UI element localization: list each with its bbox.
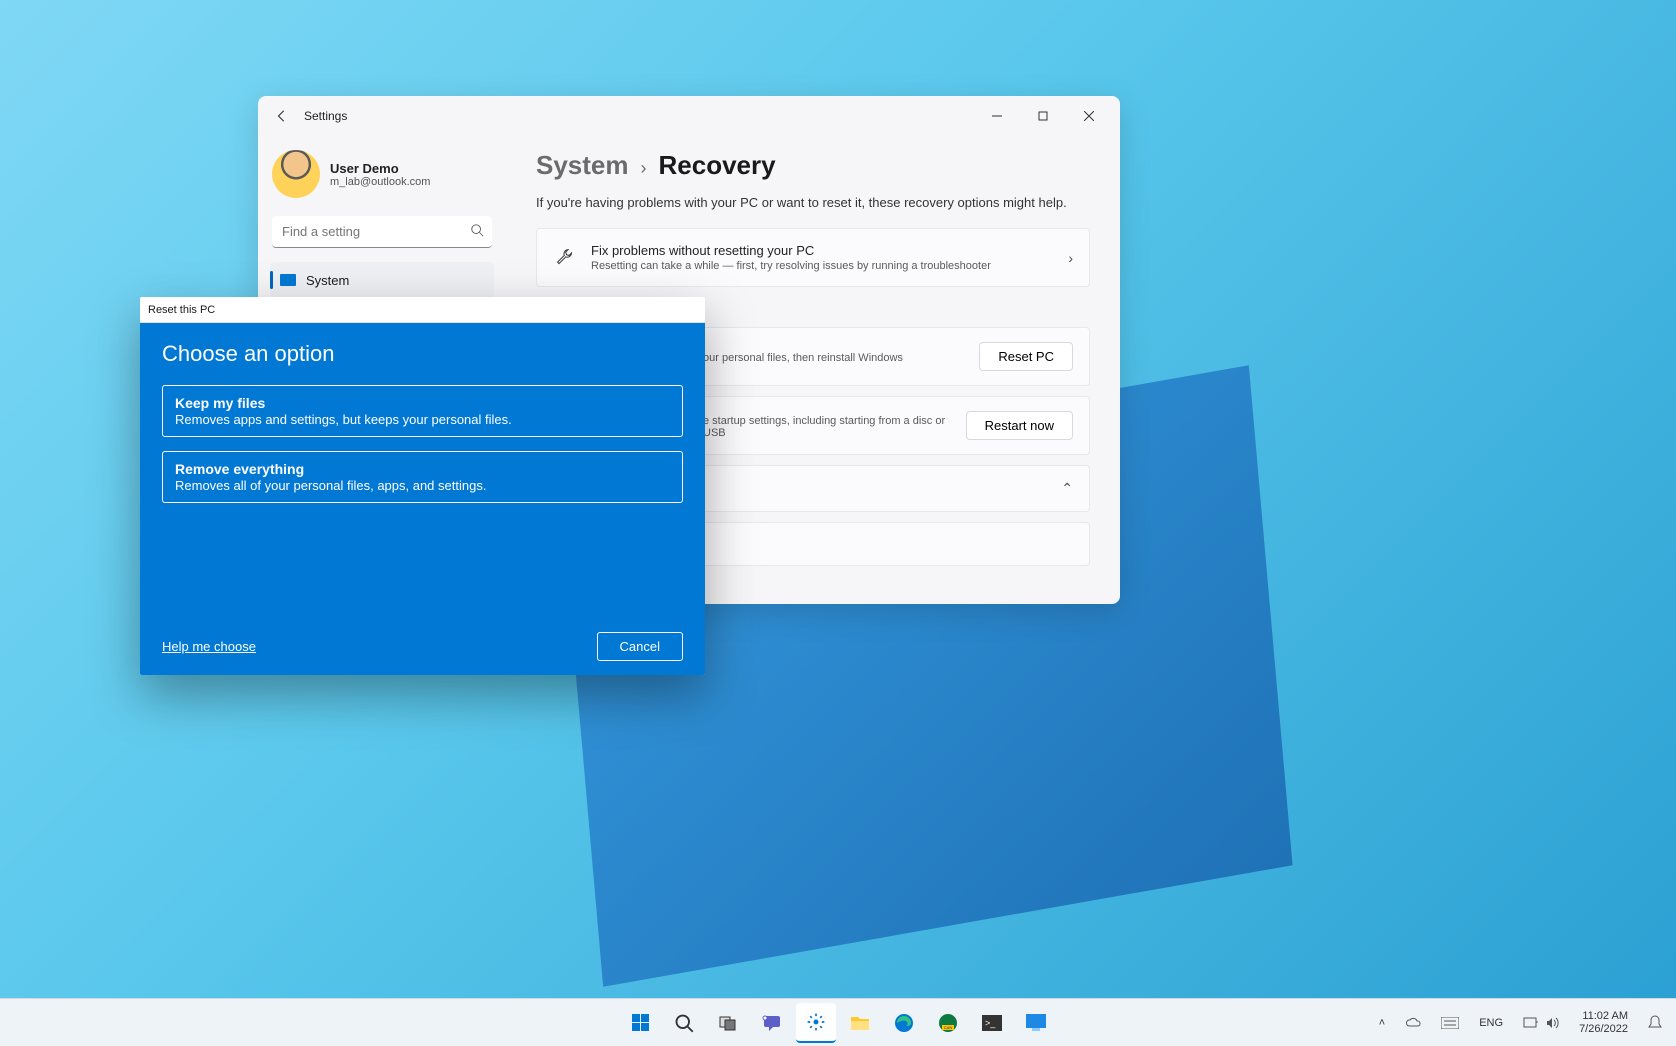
search-icon [470, 223, 484, 240]
tray-quick-settings[interactable] [1517, 1013, 1565, 1033]
chevron-right-icon: › [1068, 250, 1073, 266]
clock-date: 7/26/2022 [1579, 1023, 1628, 1036]
breadcrumb-current: Recovery [659, 150, 776, 181]
wrench-icon [553, 248, 575, 268]
breadcrumb: System › Recovery [536, 150, 1090, 181]
tray-onedrive-icon[interactable] [1399, 1014, 1427, 1032]
taskbar-chat-button[interactable] [752, 1003, 792, 1043]
taskbar-app-button[interactable] [1016, 1003, 1056, 1043]
window-title: Settings [304, 109, 347, 123]
taskbar-terminal-button[interactable]: >_ [972, 1003, 1012, 1043]
chevron-up-icon: ⌃ [1061, 480, 1073, 497]
search-input[interactable] [272, 216, 492, 248]
tray-keyboard-icon[interactable] [1435, 1014, 1465, 1032]
tray-notifications-button[interactable] [1642, 1012, 1668, 1034]
system-tray: ˄ ENG 11:02 AM 7/26/2022 [1373, 1007, 1668, 1039]
sidebar-item-system[interactable]: System [270, 262, 494, 298]
user-name: User Demo [330, 161, 430, 176]
sidebar-item-label: System [306, 273, 349, 288]
volume-icon [1545, 1016, 1559, 1030]
option-title: Keep my files [175, 395, 670, 411]
display-icon [280, 274, 296, 286]
dialog-titlebar: Reset this PC [140, 297, 705, 323]
back-button[interactable] [266, 100, 298, 132]
chevron-up-icon: ˄ [1379, 1017, 1385, 1029]
window-maximize-button[interactable] [1020, 100, 1066, 132]
option-title: Remove everything [175, 461, 670, 477]
option-remove-everything[interactable]: Remove everything Removes all of your pe… [162, 451, 683, 503]
task-view-button[interactable] [708, 1003, 748, 1043]
restart-now-button[interactable]: Restart now [966, 411, 1073, 440]
window-close-button[interactable] [1066, 100, 1112, 132]
start-button[interactable] [620, 1003, 660, 1043]
option-keep-my-files[interactable]: Keep my files Removes apps and settings,… [162, 385, 683, 437]
fix-problems-card[interactable]: Fix problems without resetting your PC R… [536, 228, 1090, 287]
page-subtitle: If you're having problems with your PC o… [536, 195, 1090, 210]
window-minimize-button[interactable] [974, 100, 1020, 132]
dialog-heading: Choose an option [162, 341, 683, 367]
card-title: Fix problems without resetting your PC [591, 243, 1052, 258]
search-box [272, 216, 492, 248]
option-desc: Removes all of your personal files, apps… [175, 478, 670, 493]
windows-logo-icon [632, 1014, 649, 1031]
breadcrumb-parent[interactable]: System [536, 150, 629, 181]
tray-language[interactable]: ENG [1473, 1014, 1509, 1032]
user-email: m_lab@outlook.com [330, 176, 430, 188]
taskbar-edge-button[interactable] [884, 1003, 924, 1043]
taskbar-settings-button[interactable] [796, 1003, 836, 1043]
tray-clock[interactable]: 11:02 AM 7/26/2022 [1573, 1007, 1634, 1039]
taskbar-file-explorer-button[interactable] [840, 1003, 880, 1043]
card-desc: our personal files, then reinstall Windo… [703, 352, 963, 364]
avatar [272, 150, 320, 198]
help-me-choose-link[interactable]: Help me choose [162, 639, 256, 654]
taskbar-edge-canary-button[interactable]: CAN [928, 1003, 968, 1043]
card-desc: e startup settings, including starting f… [703, 415, 950, 439]
svg-text:CAN: CAN [944, 1025, 953, 1030]
window-titlebar: Settings [258, 96, 1120, 136]
chevron-right-icon: › [641, 158, 647, 179]
option-desc: Removes apps and settings, but keeps you… [175, 412, 670, 427]
taskbar-center: CAN >_ [620, 1003, 1056, 1043]
card-desc: Resetting can take a while — first, try … [591, 260, 1052, 272]
taskbar-search-button[interactable] [664, 1003, 704, 1043]
dialog-title: Reset this PC [148, 304, 215, 316]
reset-pc-button[interactable]: Reset PC [979, 342, 1073, 371]
tray-overflow-button[interactable]: ˄ [1373, 1014, 1391, 1032]
taskbar: CAN >_ ˄ ENG 11:02 AM 7/26/2022 [0, 998, 1676, 1046]
cancel-button[interactable]: Cancel [597, 632, 683, 661]
clock-time: 11:02 AM [1579, 1010, 1628, 1023]
reset-pc-dialog: Reset this PC Choose an option Keep my f… [140, 297, 705, 675]
user-profile-block[interactable]: User Demo m_lab@outlook.com [270, 144, 494, 212]
svg-text:>_: >_ [985, 1018, 996, 1028]
network-icon [1523, 1016, 1539, 1030]
